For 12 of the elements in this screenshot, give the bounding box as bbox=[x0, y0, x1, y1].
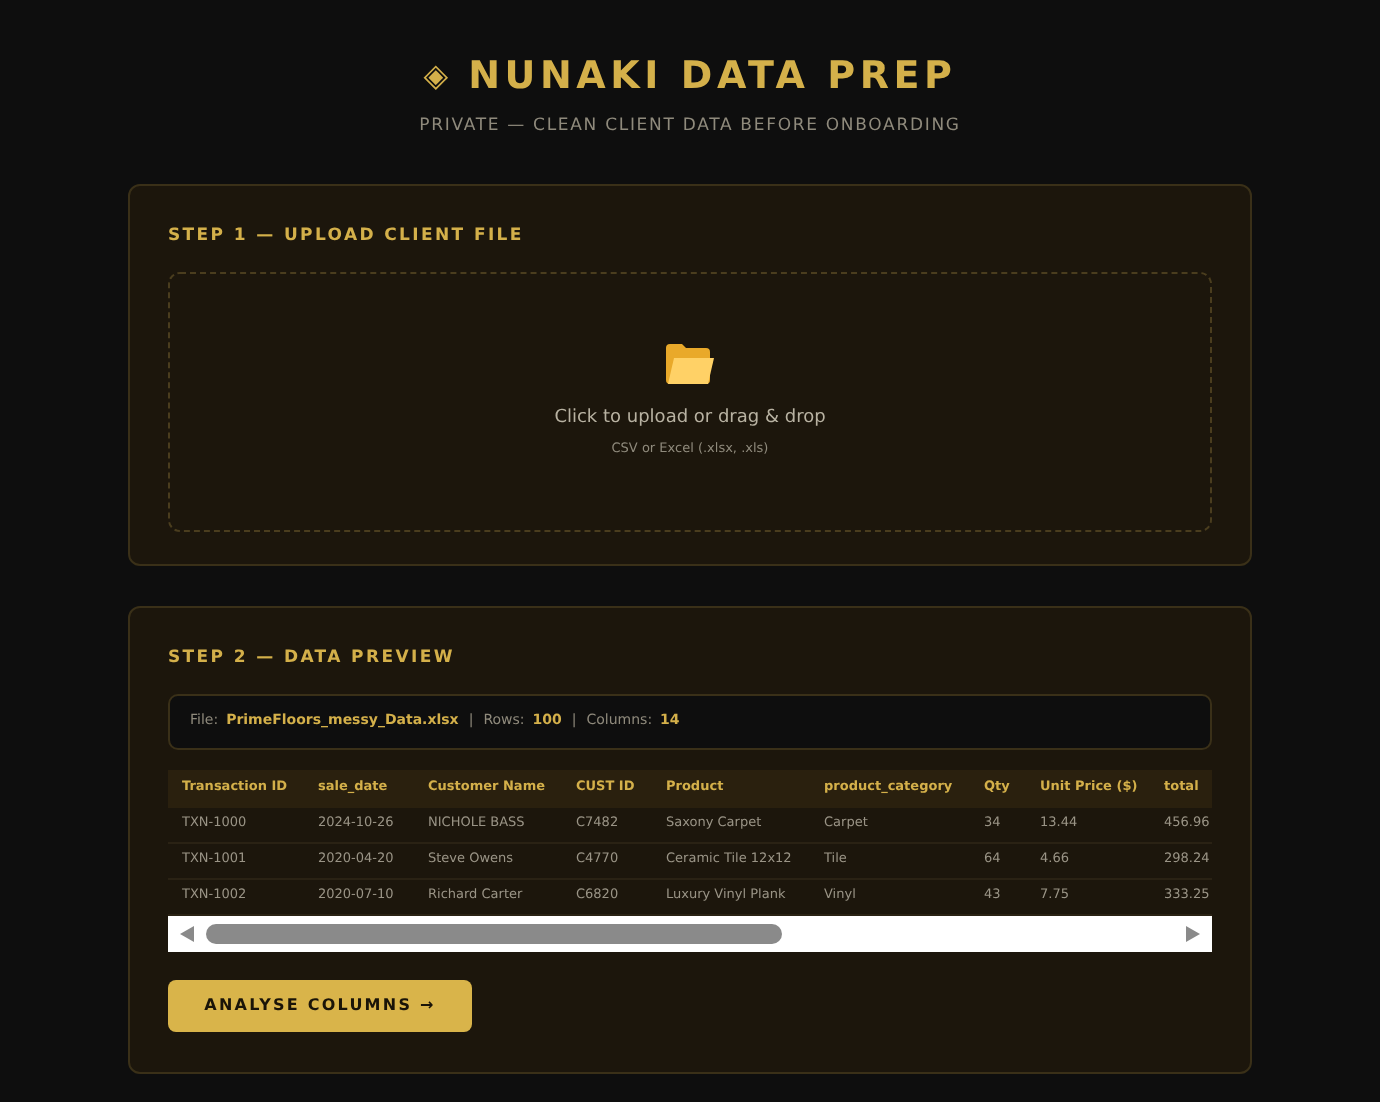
scroll-left-icon[interactable] bbox=[180, 925, 194, 941]
upload-text: Click to upload or drag & drop bbox=[554, 406, 826, 433]
app-title: NUNAKI DATA PREP bbox=[468, 57, 957, 95]
step-title: STEP 2 — DATA PREVIEW bbox=[168, 645, 457, 671]
analyse-columns-button[interactable]: ANALYSE COLUMNS → bbox=[168, 979, 472, 1031]
scroll-right-icon[interactable] bbox=[1186, 925, 1200, 941]
horizontal-scrollbar[interactable] bbox=[168, 915, 1212, 951]
app-subtitle: PRIVATE — CLEAN CLIENT DATA BEFORE ONBOARDING bbox=[419, 114, 961, 140]
step-title: STEP 1 — UPLOAD CLIENT FILE bbox=[168, 223, 526, 249]
scrollbar-thumb[interactable] bbox=[206, 923, 782, 943]
folder-icon bbox=[664, 342, 716, 387]
diamond-icon: ◈ bbox=[423, 60, 449, 92]
